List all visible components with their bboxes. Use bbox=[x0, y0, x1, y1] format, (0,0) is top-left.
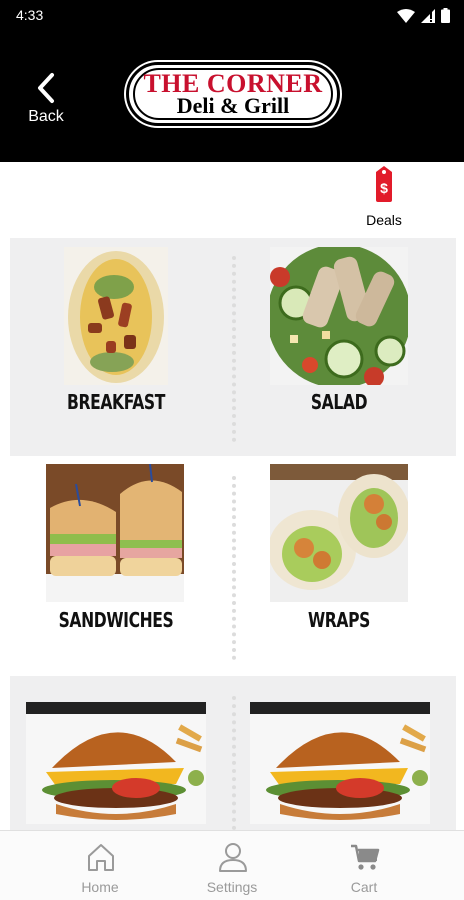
deals-button[interactable]: $ Deals bbox=[362, 166, 406, 230]
bottom-navigation: Home Settings Cart bbox=[0, 830, 464, 900]
cart-icon bbox=[351, 844, 380, 870]
category-label: WRAPS bbox=[307, 608, 371, 632]
wifi-icon bbox=[397, 8, 415, 23]
category-label: SANDWICHES bbox=[58, 608, 174, 632]
category-sandwiches[interactable]: SANDWICHES bbox=[10, 456, 232, 676]
status-time: 4:33 bbox=[16, 7, 44, 23]
category-row-1: BREAKFAST SALAD bbox=[10, 238, 456, 456]
back-button[interactable]: Back bbox=[18, 68, 78, 128]
category-wraps[interactable]: WRAPS bbox=[234, 456, 456, 676]
category-label: BREAKFAST bbox=[66, 390, 166, 414]
deals-label: Deals bbox=[366, 212, 402, 228]
svg-text:$: $ bbox=[380, 180, 388, 196]
nav-cart[interactable]: Cart bbox=[314, 831, 414, 900]
price-tag-icon: $ bbox=[376, 166, 392, 202]
category-label: SALAD bbox=[310, 390, 368, 414]
back-label: Back bbox=[28, 108, 64, 125]
status-icons bbox=[397, 8, 450, 23]
app-header: Back THE CORNER Deli & Grill bbox=[0, 32, 464, 162]
category-row-2: SANDWICHES WRAPS bbox=[10, 456, 456, 676]
category-salad[interactable]: SALAD bbox=[234, 238, 456, 456]
category-burgers-left[interactable] bbox=[10, 676, 232, 830]
category-burgers-right[interactable] bbox=[234, 676, 456, 830]
brand-logo: THE CORNER Deli & Grill bbox=[126, 62, 340, 126]
category-breakfast[interactable]: BREAKFAST bbox=[10, 238, 232, 456]
sandwiches-image bbox=[46, 464, 184, 602]
category-row-3 bbox=[10, 676, 456, 830]
breakfast-image bbox=[64, 247, 168, 385]
nav-cart-label: Cart bbox=[350, 879, 378, 895]
signal-icon bbox=[421, 8, 435, 23]
chevron-left-icon bbox=[38, 73, 54, 103]
burger-image bbox=[250, 702, 430, 824]
home-icon bbox=[88, 844, 114, 871]
logo-subtitle: Deli & Grill bbox=[176, 93, 290, 118]
nav-settings[interactable]: Settings bbox=[182, 831, 282, 900]
wraps-image bbox=[270, 464, 408, 602]
battery-icon bbox=[441, 8, 450, 23]
burger-image bbox=[26, 702, 206, 824]
nav-settings-label: Settings bbox=[206, 879, 258, 895]
nav-home[interactable]: Home bbox=[50, 831, 150, 900]
status-bar: 4:33 bbox=[0, 0, 464, 32]
user-icon bbox=[219, 843, 247, 872]
salad-image bbox=[270, 247, 408, 385]
nav-home-label: Home bbox=[81, 879, 119, 895]
